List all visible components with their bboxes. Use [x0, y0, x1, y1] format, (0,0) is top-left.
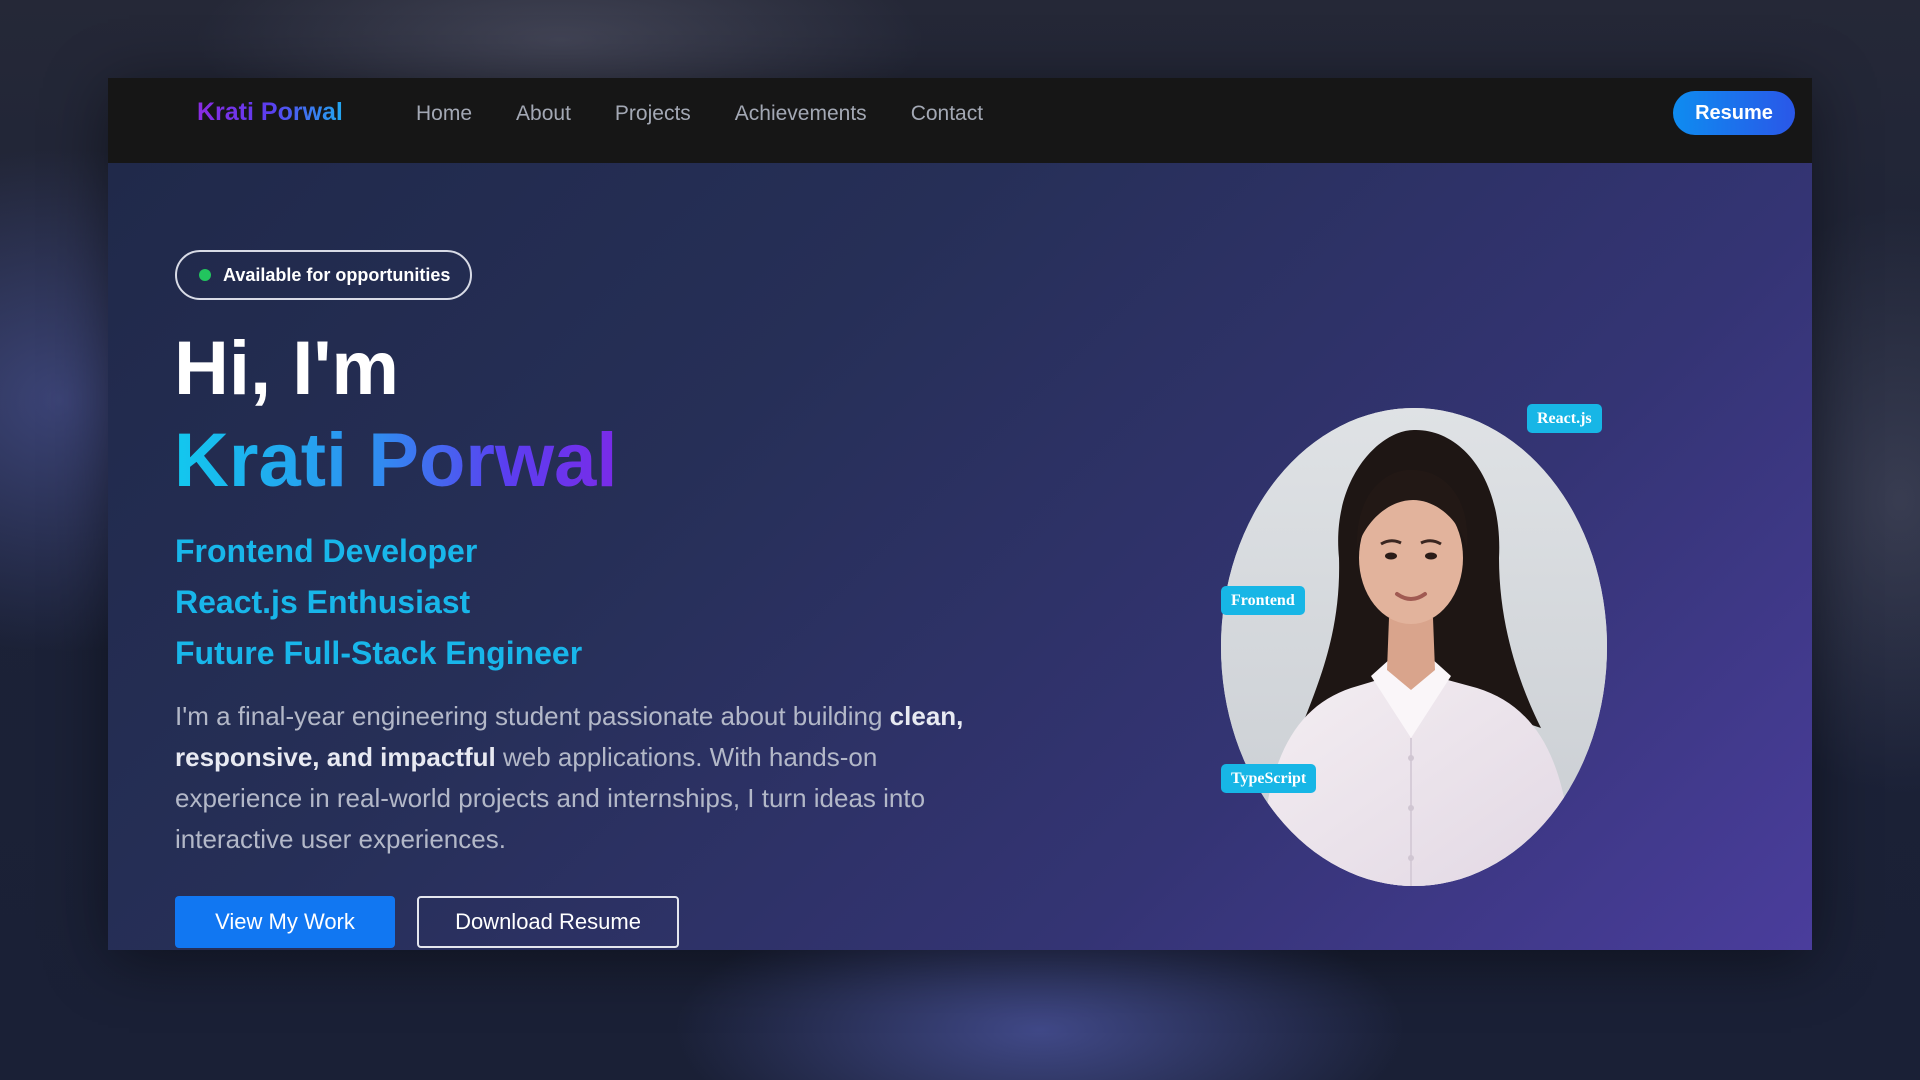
roles-list: Frontend Developer React.js Enthusiast F… — [175, 533, 582, 686]
availability-badge-label: Available for opportunities — [223, 264, 451, 285]
resume-button[interactable]: Resume — [1673, 91, 1795, 135]
nav-link-contact[interactable]: Contact — [911, 102, 983, 126]
brand-logo[interactable]: Krati Porwal — [197, 98, 343, 127]
role-item: Frontend Developer — [175, 533, 478, 569]
skill-tag-frontend: Frontend — [1221, 586, 1305, 615]
navbar: Krati Porwal Home About Projects Achieve… — [108, 78, 1812, 163]
name-heading: Krati Porwal — [174, 418, 618, 503]
intro-paragraph: I'm a final-year engineering student pas… — [175, 696, 985, 860]
nav-link-home[interactable]: Home — [416, 102, 472, 126]
nav-link-about[interactable]: About — [516, 102, 571, 126]
status-dot-icon — [199, 269, 211, 281]
greeting-heading: Hi, I'm — [174, 326, 399, 411]
view-my-work-button[interactable]: View My Work — [175, 896, 395, 948]
profile-photo-illustration — [1221, 408, 1607, 886]
skill-tag-react: React.js — [1527, 404, 1602, 433]
download-resume-button[interactable]: Download Resume — [417, 896, 679, 948]
profile-photo — [1221, 408, 1607, 886]
intro-text-part1: I'm a final-year engineering student pas… — [175, 701, 890, 731]
role-item: React.js Enthusiast — [175, 584, 471, 620]
availability-badge: Available for opportunities — [175, 250, 473, 300]
skill-tag-typescript: TypeScript — [1221, 764, 1317, 793]
hero-section: Available for opportunities Hi, I'm Krat… — [108, 163, 1812, 950]
role-item: Future Full-Stack Engineer — [175, 635, 583, 671]
nav-link-projects[interactable]: Projects — [615, 102, 691, 126]
nav-links: Home About Projects Achievements Contact — [416, 102, 1027, 126]
browser-viewport: Krati Porwal Home About Projects Achieve… — [108, 78, 1812, 950]
nav-link-achievements[interactable]: Achievements — [735, 102, 867, 126]
